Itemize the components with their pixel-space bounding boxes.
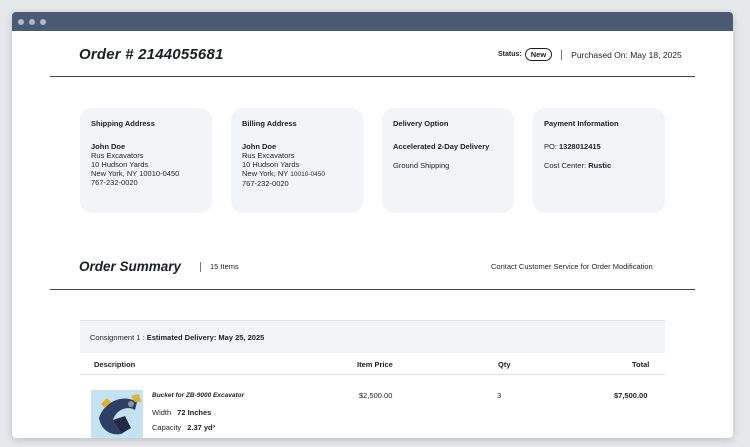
page-title: Order # 2144055681 — [79, 46, 224, 63]
cost-center-label: Cost Center: — [544, 161, 587, 170]
product-thumbnail[interactable] — [91, 390, 143, 438]
payment-info-card: Payment Information PO: 1328012415 Cost … — [533, 108, 665, 213]
consignment-header: Consignment 1 : Estimated Delivery: May … — [80, 320, 665, 353]
status-badge: New — [524, 48, 553, 61]
po-value: 1328012415 — [559, 142, 601, 151]
item-total: $7,500.00 — [614, 391, 648, 400]
purchased-date: Purchased On: May 18, 2025 — [571, 49, 682, 60]
items-count: 15 Items — [210, 262, 239, 271]
cost-center-value: Rustic — [588, 161, 612, 170]
column-header-total: Total — [632, 360, 650, 369]
order-page: Order # 2144055681 Status: New Purchased… — [12, 31, 733, 438]
width-value: 72 Inches — [177, 408, 212, 417]
billing-phone: 767-232-0020 — [242, 179, 289, 188]
card-title: Payment Information — [544, 119, 619, 128]
card-title: Billing Address — [242, 119, 297, 128]
column-header-description: Description — [94, 360, 136, 369]
product-width: Width 72 Inches — [152, 408, 211, 417]
card-title: Shipping Address — [91, 119, 155, 128]
billing-city: New York, NY 10010-0450 — [242, 169, 352, 179]
delivery-option: Accelerated 2-Day Delivery — [393, 142, 490, 151]
excavator-bucket-image — [91, 390, 143, 438]
window-titlebar — [12, 12, 733, 31]
capacity-value: 2.37 yd³ — [187, 423, 216, 432]
po-number: PO: 1328012415 — [544, 142, 654, 151]
product-name-link[interactable]: Bucket for ZB-9000 Excavator — [152, 392, 244, 399]
column-header-qty: Qty — [498, 360, 511, 369]
order-summary-title: Order Summary — [79, 259, 182, 274]
column-header-price: Item Price — [357, 360, 393, 369]
delivery-option-card: Delivery Option Accelerated 2-Day Delive… — [382, 108, 514, 213]
billing-street: 10 Hudson Yards — [242, 160, 300, 169]
window-close-dot-icon[interactable] — [18, 19, 24, 25]
card-title: Delivery Option — [393, 119, 449, 128]
delivery-method: Ground Shipping — [393, 161, 450, 170]
po-label: PO: — [544, 142, 557, 151]
capacity-label: Capacity — [152, 423, 182, 432]
window-minimize-dot-icon[interactable] — [29, 19, 35, 25]
window-maximize-dot-icon[interactable] — [40, 19, 46, 25]
cost-center: Cost Center: Rustic — [544, 161, 654, 170]
contact-customer-service-link[interactable]: Contact Customer Service for Order Modif… — [491, 262, 653, 271]
shipping-name: John Doe — [91, 142, 126, 151]
shipping-address-card: Shipping Address John Doe Rus Excavators… — [80, 108, 212, 213]
table-header-divider — [80, 374, 665, 375]
divider — [200, 262, 201, 272]
shipping-phone: 767-232-0020 — [91, 178, 138, 187]
header-divider — [50, 76, 695, 77]
width-label: Width — [152, 408, 172, 417]
item-price: $2,500.00 — [359, 391, 393, 400]
consignment-label: Consignment 1 : — [90, 333, 145, 342]
item-qty: 3 — [497, 391, 502, 400]
billing-address-card: Billing Address John Doe Rus Excavators … — [231, 108, 363, 213]
divider — [561, 49, 563, 60]
status-label: Status: — [498, 51, 522, 58]
shipping-city: New York, NY 10010-0450 — [91, 169, 180, 178]
shipping-company: Rus Excavators — [91, 151, 144, 160]
estimated-delivery: Estimated Delivery: May 25, 2025 — [146, 333, 265, 342]
summary-divider — [50, 289, 695, 290]
browser-window: Order # 2144055681 Status: New Purchased… — [12, 12, 733, 438]
billing-city-main: New York, NY — [242, 169, 289, 178]
billing-company: Rus Excavators — [242, 151, 295, 160]
billing-zip: 10010-0450 — [290, 171, 325, 178]
product-capacity: Capacity 2.37 yd³ — [152, 423, 215, 432]
order-meta: Status: New Purchased On: May 18, 2025 — [498, 48, 682, 61]
shipping-street: 10 Hudson Yards — [91, 160, 149, 169]
billing-name: John Doe — [242, 142, 277, 151]
